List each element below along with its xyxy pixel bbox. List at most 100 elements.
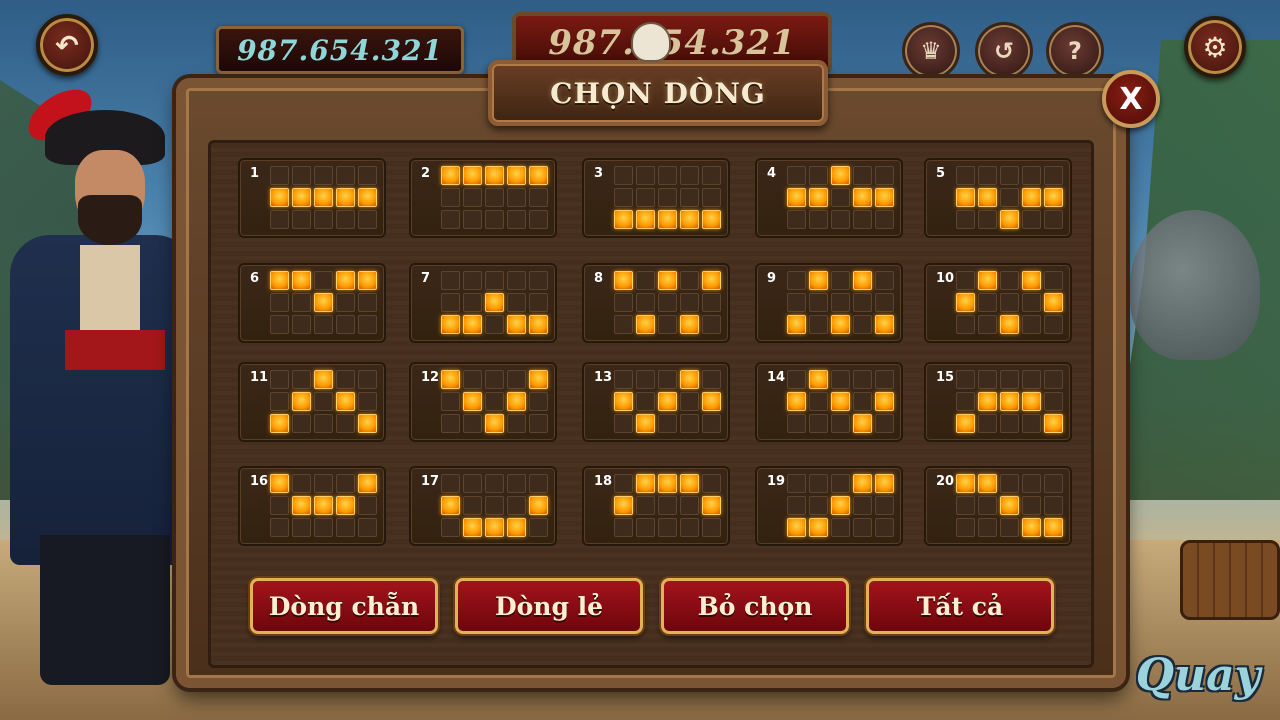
- pattern-cell: [875, 210, 894, 229]
- line-card-4[interactable]: 4: [755, 158, 903, 238]
- pattern-cell-active: [702, 392, 721, 411]
- pattern-cell-active: [853, 271, 872, 290]
- pattern-cell: [314, 315, 333, 334]
- line-card-11[interactable]: 11: [238, 362, 386, 442]
- line-card-15[interactable]: 15: [924, 362, 1072, 442]
- line-pattern-grid: [270, 370, 377, 433]
- pattern-cell: [270, 315, 289, 334]
- pattern-cell-active: [1044, 293, 1063, 312]
- line-number: 17: [421, 474, 440, 489]
- line-card-9[interactable]: 9: [755, 263, 903, 343]
- line-pattern-grid: [441, 474, 548, 537]
- line-card-6[interactable]: 6: [238, 263, 386, 343]
- pattern-cell: [956, 210, 975, 229]
- line-card-1[interactable]: 1: [238, 158, 386, 238]
- pattern-cell: [956, 166, 975, 185]
- pattern-cell: [614, 370, 633, 389]
- pattern-cell: [614, 474, 633, 493]
- odd-lines-label: Dòng lẻ: [494, 591, 604, 621]
- line-card-19[interactable]: 19: [755, 466, 903, 546]
- pattern-cell: [787, 293, 806, 312]
- pattern-cell: [658, 414, 677, 433]
- settings-button[interactable]: ⚙: [1184, 16, 1246, 78]
- leaderboard-button[interactable]: ♛: [902, 22, 960, 80]
- line-card-20[interactable]: 20: [924, 466, 1072, 546]
- pattern-cell-active: [1000, 496, 1019, 515]
- line-card-8[interactable]: 8: [582, 263, 730, 343]
- line-card-12[interactable]: 12: [409, 362, 557, 442]
- pattern-cell: [314, 474, 333, 493]
- line-card-14[interactable]: 14: [755, 362, 903, 442]
- pattern-cell-active: [1022, 271, 1041, 290]
- pattern-cell: [292, 293, 311, 312]
- pattern-cell: [358, 315, 377, 334]
- pattern-cell-active: [614, 392, 633, 411]
- line-card-7[interactable]: 7: [409, 263, 557, 343]
- line-pattern-grid: [787, 474, 894, 537]
- pattern-cell: [680, 188, 699, 207]
- pattern-cell: [336, 370, 355, 389]
- pattern-cell-active: [441, 166, 460, 185]
- pattern-cell: [485, 474, 504, 493]
- line-card-5[interactable]: 5: [924, 158, 1072, 238]
- even-lines-button[interactable]: Dòng chẵn: [250, 578, 438, 634]
- line-card-16[interactable]: 16: [238, 466, 386, 546]
- pattern-cell-active: [358, 474, 377, 493]
- pattern-cell: [358, 496, 377, 515]
- pattern-cell: [787, 370, 806, 389]
- line-pattern-grid: [270, 474, 377, 537]
- pattern-cell-active: [314, 293, 333, 312]
- close-icon: X: [1119, 81, 1143, 117]
- pattern-cell: [336, 166, 355, 185]
- line-card-13[interactable]: 13: [582, 362, 730, 442]
- line-card-3[interactable]: 3: [582, 158, 730, 238]
- odd-lines-button[interactable]: Dòng lẻ: [455, 578, 643, 634]
- line-card-18[interactable]: 18: [582, 466, 730, 546]
- pattern-cell: [1000, 293, 1019, 312]
- pattern-cell-active: [956, 414, 975, 433]
- pattern-cell-active: [314, 188, 333, 207]
- pattern-cell: [507, 414, 526, 433]
- pattern-cell-active: [314, 370, 333, 389]
- pattern-cell-active: [314, 496, 333, 515]
- pattern-cell: [831, 518, 850, 537]
- pattern-cell: [978, 166, 997, 185]
- pattern-cell: [485, 496, 504, 515]
- line-number: 14: [767, 370, 786, 385]
- pattern-cell-active: [636, 315, 655, 334]
- pattern-cell: [978, 496, 997, 515]
- pattern-cell: [292, 518, 311, 537]
- pattern-cell: [292, 370, 311, 389]
- pattern-cell: [358, 293, 377, 312]
- pattern-cell: [463, 271, 482, 290]
- history-button[interactable]: ↺: [975, 22, 1033, 80]
- line-card-17[interactable]: 17: [409, 466, 557, 546]
- help-button[interactable]: ?: [1046, 22, 1104, 80]
- line-card-10[interactable]: 10: [924, 263, 1072, 343]
- spin-button[interactable]: Quay: [1128, 640, 1268, 710]
- deselect-button[interactable]: Bỏ chọn: [661, 578, 849, 634]
- pattern-cell-active: [680, 315, 699, 334]
- pattern-cell-active: [529, 496, 548, 515]
- line-card-2[interactable]: 2: [409, 158, 557, 238]
- select-all-button[interactable]: Tất cả: [866, 578, 1054, 634]
- line-pattern-grid: [956, 166, 1063, 229]
- pattern-cell: [680, 293, 699, 312]
- pattern-cell: [636, 370, 655, 389]
- pattern-cell: [787, 414, 806, 433]
- pattern-cell: [614, 293, 633, 312]
- pattern-cell: [978, 414, 997, 433]
- pattern-cell: [614, 166, 633, 185]
- pattern-cell: [441, 271, 460, 290]
- pattern-cell: [809, 210, 828, 229]
- pattern-cell: [978, 370, 997, 389]
- close-button[interactable]: X: [1102, 70, 1160, 128]
- pattern-cell-active: [636, 474, 655, 493]
- pattern-cell-active: [1044, 414, 1063, 433]
- back-button[interactable]: ↶: [36, 14, 98, 76]
- gear-icon: ⚙: [1202, 30, 1228, 64]
- pattern-cell-active: [358, 271, 377, 290]
- line-pattern-grid: [787, 370, 894, 433]
- line-number: 15: [936, 370, 955, 385]
- pattern-cell: [853, 518, 872, 537]
